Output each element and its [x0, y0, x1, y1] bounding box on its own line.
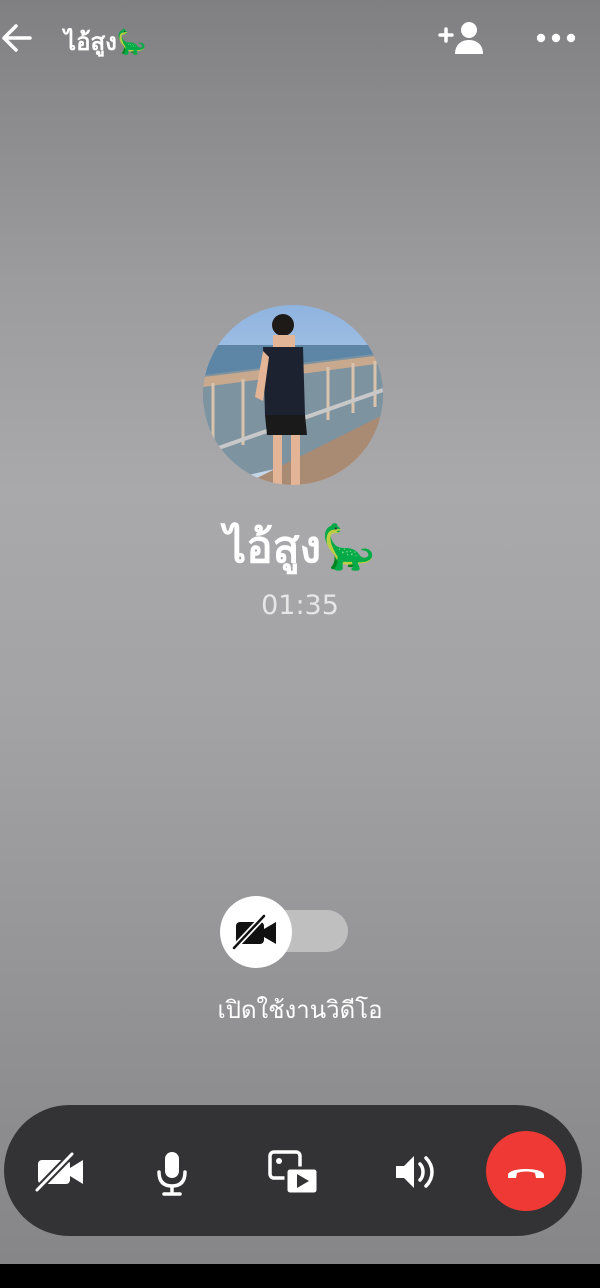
video-toggle-label: เปิดใช้งานวิดีโอ — [217, 996, 383, 1024]
video-off-icon — [231, 913, 276, 951]
top-bar: ไอ้สูง🦕 — [0, 0, 600, 80]
speaker-button[interactable] — [382, 1140, 446, 1204]
toggle-knob — [220, 896, 292, 968]
header-contact-name: ไอ้สูง🦕 — [64, 28, 147, 56]
add-user-button[interactable] — [436, 18, 490, 58]
end-call-button[interactable] — [486, 1131, 566, 1211]
speaker-icon — [396, 1156, 434, 1188]
screen-share-icon — [268, 1150, 320, 1196]
hang-up-icon — [508, 1169, 544, 1178]
avatar-photo — [203, 305, 383, 485]
contact-name: ไอ้สูง🦕 — [224, 522, 376, 573]
arrow-left-icon — [2, 24, 32, 52]
add-person-icon — [438, 22, 483, 54]
microphone-button[interactable] — [140, 1140, 204, 1204]
screen-share-button[interactable] — [262, 1140, 326, 1204]
back-button[interactable] — [0, 18, 40, 58]
more-horizontal-icon — [536, 33, 576, 43]
more-options-button[interactable] — [532, 22, 580, 54]
video-button[interactable] — [28, 1140, 92, 1204]
contact-avatar — [203, 305, 383, 485]
system-nav-strip — [0, 1264, 600, 1288]
video-toggle-switch[interactable] — [220, 896, 350, 968]
microphone-icon — [157, 1152, 187, 1196]
video-off-icon — [34, 1151, 83, 1193]
call-duration: 01:35 — [261, 590, 339, 621]
